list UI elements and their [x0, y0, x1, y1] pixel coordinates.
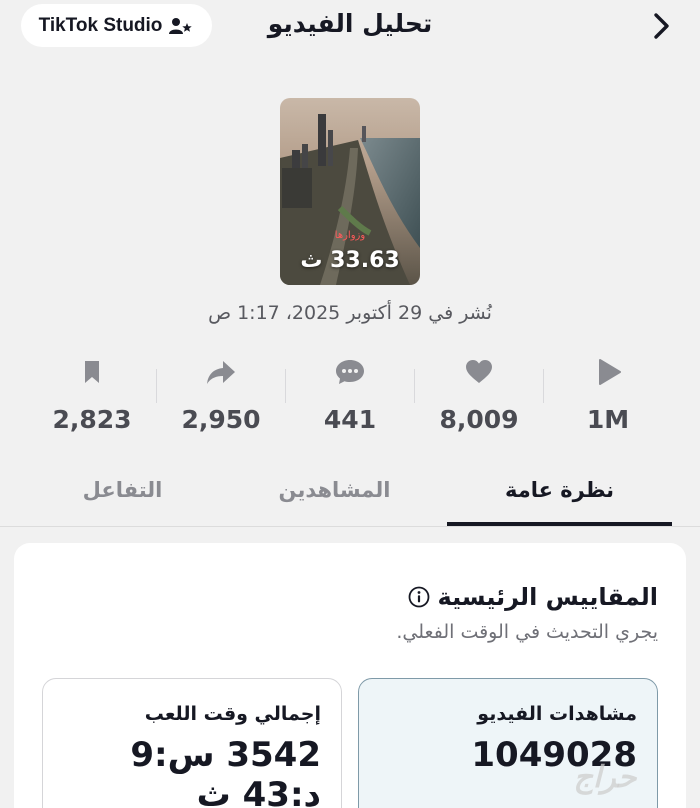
tab-overview[interactable]: نظرة عامة — [447, 478, 672, 518]
video-thumbnail[interactable]: وزوارها 33.63 ث — [280, 98, 420, 285]
metric-total-play-time[interactable]: إجمالي وقت اللعب 3542 س:9 د:43 ث — [42, 678, 342, 808]
stat-views: 1M — [544, 355, 672, 445]
key-metrics-subtitle: يجري التحديث في الوقت الفعلي. — [396, 621, 658, 643]
metric-label: إجمالي وقت اللعب — [144, 703, 321, 725]
tiktok-studio-button[interactable]: TikTok Studio — [21, 4, 212, 47]
comment-icon — [336, 360, 364, 384]
heart-icon — [466, 360, 492, 383]
back-chevron-icon[interactable] — [646, 10, 678, 42]
key-metrics-heading: المقاييس الرئيسية — [408, 583, 658, 611]
engagement-stats: 2,823 2,950 441 8,009 1M — [28, 355, 672, 445]
shares-count: 2,950 — [181, 405, 261, 434]
video-duration: 33.63 ث — [300, 248, 400, 273]
key-metrics-title: المقاييس الرئيسية — [437, 583, 658, 611]
metric-label: مشاهدات الفيديو — [477, 703, 637, 725]
bookmarks-count: 2,823 — [52, 405, 132, 434]
likes-count: 8,009 — [439, 405, 519, 434]
metric-value: 3542 س:9 د:43 ث — [130, 735, 321, 808]
analytics-tabs: نظرة عامة المشاهدين التفاعل — [0, 470, 700, 528]
header: TikTok Studio تحليل الفيديو — [0, 0, 700, 56]
stat-likes: 8,009 — [415, 355, 543, 445]
share-icon — [207, 361, 235, 384]
stat-bookmarks: 2,823 — [28, 355, 156, 445]
creator-star-icon — [169, 17, 193, 34]
stat-comments: 441 — [286, 355, 414, 445]
tab-engagement[interactable]: التفاعل — [10, 478, 235, 518]
page-title: تحليل الفيديو — [267, 9, 433, 38]
bookmark-icon — [85, 361, 99, 383]
stat-shares: 2,950 — [157, 355, 285, 445]
info-icon[interactable] — [408, 586, 430, 608]
studio-label: TikTok Studio — [38, 14, 163, 36]
tab-viewers[interactable]: المشاهدين — [222, 478, 447, 518]
comments-count: 441 — [323, 405, 377, 434]
haraj-watermark: حراج — [573, 760, 637, 795]
views-count: 1M — [586, 405, 630, 434]
tabs-divider — [0, 526, 700, 527]
posted-date: نُشر في 29 أكتوبر 2025، 1:17 ص — [208, 302, 492, 324]
video-caption-overlay: وزوارها — [334, 230, 366, 241]
play-icon — [599, 359, 621, 385]
